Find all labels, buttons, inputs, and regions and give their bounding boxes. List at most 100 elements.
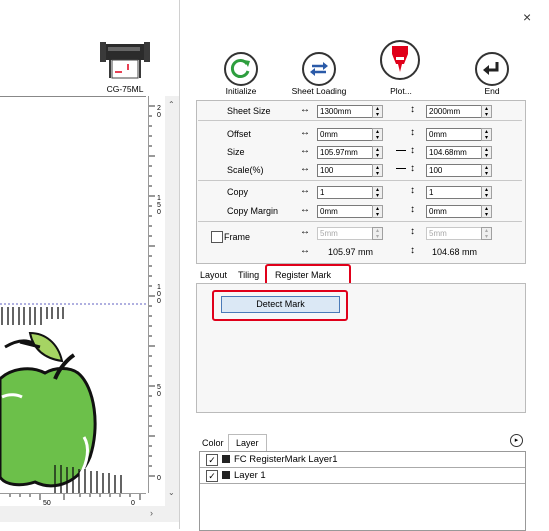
scale-label: Scale(%) <box>227 165 264 175</box>
link-aspect-icon[interactable]: — <box>396 145 406 156</box>
svg-text:0: 0 <box>157 112 161 119</box>
h-arrow-icon: ↔ <box>300 226 310 237</box>
sheet-loading-button[interactable] <box>302 52 336 86</box>
offset-y-spinner[interactable]: ▴ ▾ <box>481 128 492 141</box>
offset-x-input[interactable]: 0mm <box>317 128 373 141</box>
frame-checkbox[interactable] <box>211 231 223 243</box>
tab-tiling[interactable]: Tiling <box>234 268 263 282</box>
sheet-width-input[interactable]: 1300mm <box>317 105 373 118</box>
svg-text:0: 0 <box>157 291 161 298</box>
scale-y-spinner[interactable]: ▴ ▾ <box>481 164 492 177</box>
separator <box>198 221 522 222</box>
size-height-spinner[interactable]: ▴ ▾ <box>481 146 492 159</box>
copy-margin-y-input[interactable]: 0mm <box>426 205 482 218</box>
size-height-input[interactable]: 104.68mm <box>426 146 482 159</box>
scale-x-spinner[interactable]: ▴ ▾ <box>372 164 383 177</box>
svg-text:1: 1 <box>157 284 161 291</box>
svg-text:5: 5 <box>157 384 161 391</box>
total-height-value: 104.68 mm <box>432 247 478 257</box>
tab-register-mark[interactable]: Register Mark <box>271 268 335 282</box>
swap-arrows-icon <box>310 62 328 76</box>
end-button[interactable] <box>475 52 509 86</box>
v-arrow-icon: ↕ <box>410 163 415 174</box>
v-arrow-icon: ↕ <box>410 245 415 256</box>
v-arrow-icon: ↕ <box>410 185 415 196</box>
device-name: CG-75ML <box>106 84 144 94</box>
end-label: End <box>484 86 500 96</box>
copy-y-input[interactable]: 1 <box>426 186 482 199</box>
h-arrow-icon: ↔ <box>300 163 310 174</box>
panel-divider <box>179 0 180 529</box>
sheet-size-label: Sheet Size <box>227 106 271 116</box>
svg-text:5: 5 <box>157 202 161 209</box>
preview-canvas[interactable] <box>0 96 146 494</box>
plot-label: Plot... <box>390 86 412 96</box>
link-scale-icon[interactable]: — <box>396 163 406 174</box>
layer-color-swatch <box>222 471 230 479</box>
copy-y-spinner[interactable]: ▴ ▾ <box>481 186 492 199</box>
list-item[interactable]: ✓ Layer 1 <box>200 468 525 484</box>
v-arrow-icon: ↕ <box>410 104 415 115</box>
tab-color[interactable]: Color <box>198 436 228 450</box>
frame-label: Frame <box>224 232 251 242</box>
frame-x-spinner[interactable]: ▴ ▾ <box>372 227 383 240</box>
frame-y-spinner[interactable]: ▴ ▾ <box>481 227 492 240</box>
tab-layer[interactable]: Layer <box>232 436 263 450</box>
frame-x-input[interactable]: 5mm <box>317 227 373 240</box>
separator <box>198 180 522 181</box>
refresh-icon <box>230 59 250 78</box>
copy-margin-label: Copy Margin <box>227 206 279 216</box>
size-width-spinner[interactable]: ▴ ▾ <box>372 146 383 159</box>
copy-margin-x-input[interactable]: 0mm <box>317 205 373 218</box>
plot-button[interactable] <box>380 40 420 80</box>
layers-list: ✓ FC RegisterMark Layer1 ✓ Layer 1 <box>199 451 526 531</box>
cutter-pen-icon <box>392 46 408 72</box>
apple-artwork-preview <box>0 303 146 494</box>
v-arrow-icon: ↕ <box>410 127 415 138</box>
layer-color-swatch <box>222 455 230 463</box>
layer-visible-checkbox[interactable]: ✓ <box>206 454 218 466</box>
scroll-right-icon[interactable]: › <box>150 508 153 518</box>
svg-text:0: 0 <box>157 209 161 216</box>
sheet-height-spinner[interactable]: ▴ ▾ <box>481 105 492 118</box>
offset-y-input[interactable]: 0mm <box>426 128 482 141</box>
offset-x-spinner[interactable]: ▴ ▾ <box>372 128 383 141</box>
copy-label: Copy <box>227 187 249 197</box>
h-arrow-icon: ↔ <box>300 245 310 256</box>
initialize-button[interactable] <box>224 52 258 86</box>
h-arrow-icon: ↔ <box>300 145 310 156</box>
scale-y-input[interactable]: 100 <box>426 164 482 177</box>
copy-x-input[interactable]: 1 <box>317 186 373 199</box>
svg-text:0: 0 <box>157 298 161 305</box>
svg-text:2: 2 <box>157 105 161 112</box>
copy-margin-y-spinner[interactable]: ▴ ▾ <box>481 205 492 218</box>
vertical-ruler: 2 0 1 5 0 1 0 0 5 0 0 <box>148 96 166 493</box>
horizontal-scrollbar[interactable]: › <box>0 506 179 522</box>
sheet-height-input[interactable]: 2000mm <box>426 105 482 118</box>
close-button[interactable]: × <box>523 10 531 24</box>
horizontal-ruler: 50 0 <box>0 493 146 507</box>
h-arrow-icon: ↔ <box>300 127 310 138</box>
scale-x-input[interactable]: 100 <box>317 164 373 177</box>
scroll-up-icon[interactable]: ⌃ <box>168 100 175 109</box>
initialize-label: Initialize <box>225 86 257 96</box>
offset-label: Offset <box>227 129 251 139</box>
sheet-loading-label: Sheet Loading <box>291 86 347 96</box>
sheet-width-spinner[interactable]: ▴ ▾ <box>372 105 383 118</box>
plotter-icon[interactable] <box>100 38 150 83</box>
h-arrow-icon: ↔ <box>300 104 310 115</box>
total-width-value: 105.97 mm <box>328 247 374 257</box>
tab-layout[interactable]: Layout <box>196 268 231 282</box>
detect-mark-button[interactable]: Detect Mark <box>221 296 340 313</box>
v-arrow-icon: ↕ <box>410 145 415 156</box>
list-item[interactable]: ✓ FC RegisterMark Layer1 <box>200 452 525 468</box>
frame-y-input[interactable]: 5mm <box>426 227 482 240</box>
layer-visible-checkbox[interactable]: ✓ <box>206 470 218 482</box>
copy-x-spinner[interactable]: ▴ ▾ <box>372 186 383 199</box>
vertical-scrollbar[interactable]: ⌃ ⌄ <box>165 96 179 506</box>
size-width-input[interactable]: 105.97mm <box>317 146 373 159</box>
separator <box>198 120 522 121</box>
expand-arrow-icon[interactable]: ▸ <box>510 434 523 447</box>
copy-margin-x-spinner[interactable]: ▴ ▾ <box>372 205 383 218</box>
scroll-down-icon[interactable]: ⌄ <box>168 488 175 497</box>
